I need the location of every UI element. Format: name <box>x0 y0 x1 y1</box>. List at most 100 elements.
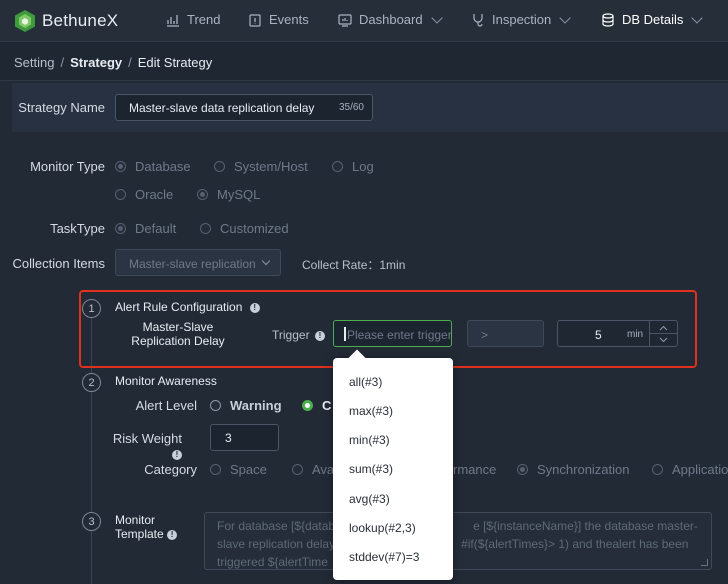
events-icon <box>249 13 261 27</box>
radio-availability[interactable]: Ava <box>292 462 334 477</box>
nav-dashboard-label: Dashboard <box>359 12 423 27</box>
inspection-icon <box>473 13 483 27</box>
radio-performance[interactable]: rmance <box>453 462 496 477</box>
bethunex-logo-icon <box>15 10 35 32</box>
template-text: For database [${datab <box>217 519 336 533</box>
monitor-template-title: Monitor Template ! <box>115 513 178 541</box>
radio-dot <box>115 161 126 172</box>
nav-events-label: Events <box>269 12 309 27</box>
resize-handle[interactable] <box>701 559 708 566</box>
radio-system-host[interactable]: System/Host <box>214 159 308 174</box>
step-2-badge: 2 <box>82 373 101 392</box>
radio-warning[interactable]: Warning <box>210 398 282 413</box>
radio-label: Ava <box>312 462 335 477</box>
strategy-name-input[interactable]: Master-slave data replication delay 35/6… <box>115 94 373 121</box>
breadcrumb: Setting / Strategy / Edit Strategy <box>14 55 212 70</box>
breadcrumb-strategy[interactable]: Strategy <box>70 55 122 70</box>
radio-application[interactable]: Application <box>652 462 728 477</box>
nav-inspection[interactable]: Inspection <box>471 11 571 27</box>
radio-label: Database <box>135 159 191 174</box>
nav-events[interactable]: Events <box>248 12 309 27</box>
radio-space[interactable]: Space <box>210 462 267 477</box>
radio-label: C <box>322 398 332 413</box>
template-text: e [${instanceName}] the database master- <box>473 519 698 533</box>
radio-mysql[interactable]: MySQL <box>197 187 260 202</box>
radio-dot <box>332 161 343 172</box>
monitor-awareness-title: Monitor Awareness <box>115 374 217 388</box>
step-3-badge: 3 <box>82 512 101 531</box>
database-icon <box>602 12 614 27</box>
radio-dot <box>214 161 225 172</box>
dashboard-icon <box>338 13 352 27</box>
strategy-name-label: Strategy Name <box>18 100 105 115</box>
task-type-label: TaskType <box>50 221 105 236</box>
top-navigation-bar: BethuneX Trend Events Dashboard Inspecti… <box>0 0 728 42</box>
risk-weight-input[interactable]: 3 <box>210 424 279 451</box>
radio-label: Customized <box>220 221 289 236</box>
radio-dot <box>652 464 663 475</box>
strategy-name-counter: 35/60 <box>338 102 364 113</box>
radio-label: Log <box>352 159 374 174</box>
radio-dot <box>115 189 126 200</box>
monitor-template-title-line1: Monitor <box>115 513 156 527</box>
radio-synchronization[interactable]: Synchronization <box>517 462 630 477</box>
brand-name: BethuneX <box>42 11 119 30</box>
radio-label: rmance <box>453 462 497 477</box>
radio-label: MySQL <box>217 187 261 202</box>
risk-weight-value: 3 <box>225 431 232 445</box>
radio-dot <box>197 189 208 200</box>
radio-dot <box>210 400 221 411</box>
trigger-option-max[interactable]: max(#3) <box>349 404 393 418</box>
category-label: Category <box>144 462 197 477</box>
radio-oracle[interactable]: Oracle <box>115 187 173 202</box>
strategy-name-value: Master-slave data replication delay <box>129 101 315 115</box>
radio-label: Oracle <box>135 187 174 202</box>
breadcrumb-separator: / <box>60 55 65 70</box>
radio-label: Warning <box>230 398 282 413</box>
risk-weight-label: Risk Weight ! <box>110 431 182 461</box>
chevron-down-icon <box>691 11 704 24</box>
monitor-template-textarea[interactable]: For database [${datab e [${instanceName}]… <box>204 512 712 570</box>
template-line-1: For database [${datab e [${instanceName}]… <box>217 517 699 535</box>
nav-dashboard[interactable]: Dashboard <box>338 11 443 27</box>
info-icon[interactable]: ! <box>172 449 182 460</box>
collect-rate: Collect Rate：1min <box>302 258 406 272</box>
radio-database[interactable]: Database <box>115 159 191 174</box>
trigger-option-all[interactable]: all(#3) <box>349 375 382 389</box>
collection-items-value: Master-slave replication <box>129 257 256 271</box>
nav-db-details[interactable]: DB Details <box>601 11 704 27</box>
trigger-option-lookup[interactable]: lookup(#2,3) <box>349 521 416 535</box>
nav-trend[interactable]: Trend <box>166 12 220 27</box>
monitor-type-label: Monitor Type <box>30 159 105 174</box>
trend-icon <box>167 14 179 27</box>
trigger-option-avg[interactable]: avg(#3) <box>349 492 390 506</box>
radio-label: System/Host <box>234 159 308 174</box>
collection-items-select[interactable]: Master-slave replication <box>115 249 281 276</box>
radio-log[interactable]: Log <box>332 159 374 174</box>
radio-label: Synchronization <box>537 462 630 477</box>
radio-default[interactable]: Default <box>115 221 176 236</box>
breadcrumb-setting[interactable]: Setting <box>14 55 54 70</box>
info-icon[interactable]: ! <box>167 529 178 540</box>
trigger-option-min[interactable]: min(#3) <box>349 433 390 447</box>
monitor-template-title-line2: Template <box>115 527 164 541</box>
trigger-option-stddev[interactable]: stddev(#7)=3 <box>349 550 419 564</box>
highlight-annotation <box>79 290 697 368</box>
radio-critical[interactable]: C <box>302 398 331 413</box>
alert-level-label: Alert Level <box>135 398 197 413</box>
chevron-down-icon <box>261 256 271 266</box>
radio-dot <box>292 464 303 475</box>
breadcrumb-separator: / <box>128 55 132 70</box>
template-line-3: triggered ${alertTime <box>217 553 699 569</box>
brand-logo[interactable]: BethuneX <box>14 9 118 33</box>
radio-dot <box>200 223 211 234</box>
radio-dot <box>115 223 126 234</box>
trigger-option-sum[interactable]: sum(#3) <box>349 462 393 476</box>
nav-trend-label: Trend <box>187 12 221 27</box>
nav-inspection-label: Inspection <box>492 12 552 27</box>
radio-customized[interactable]: Customized <box>200 221 289 236</box>
nav-db-details-label: DB Details <box>622 12 684 27</box>
radio-dot <box>517 464 528 475</box>
breadcrumb-current: Edit Strategy <box>137 55 213 70</box>
template-text: triggered ${alertTime <box>217 555 328 569</box>
